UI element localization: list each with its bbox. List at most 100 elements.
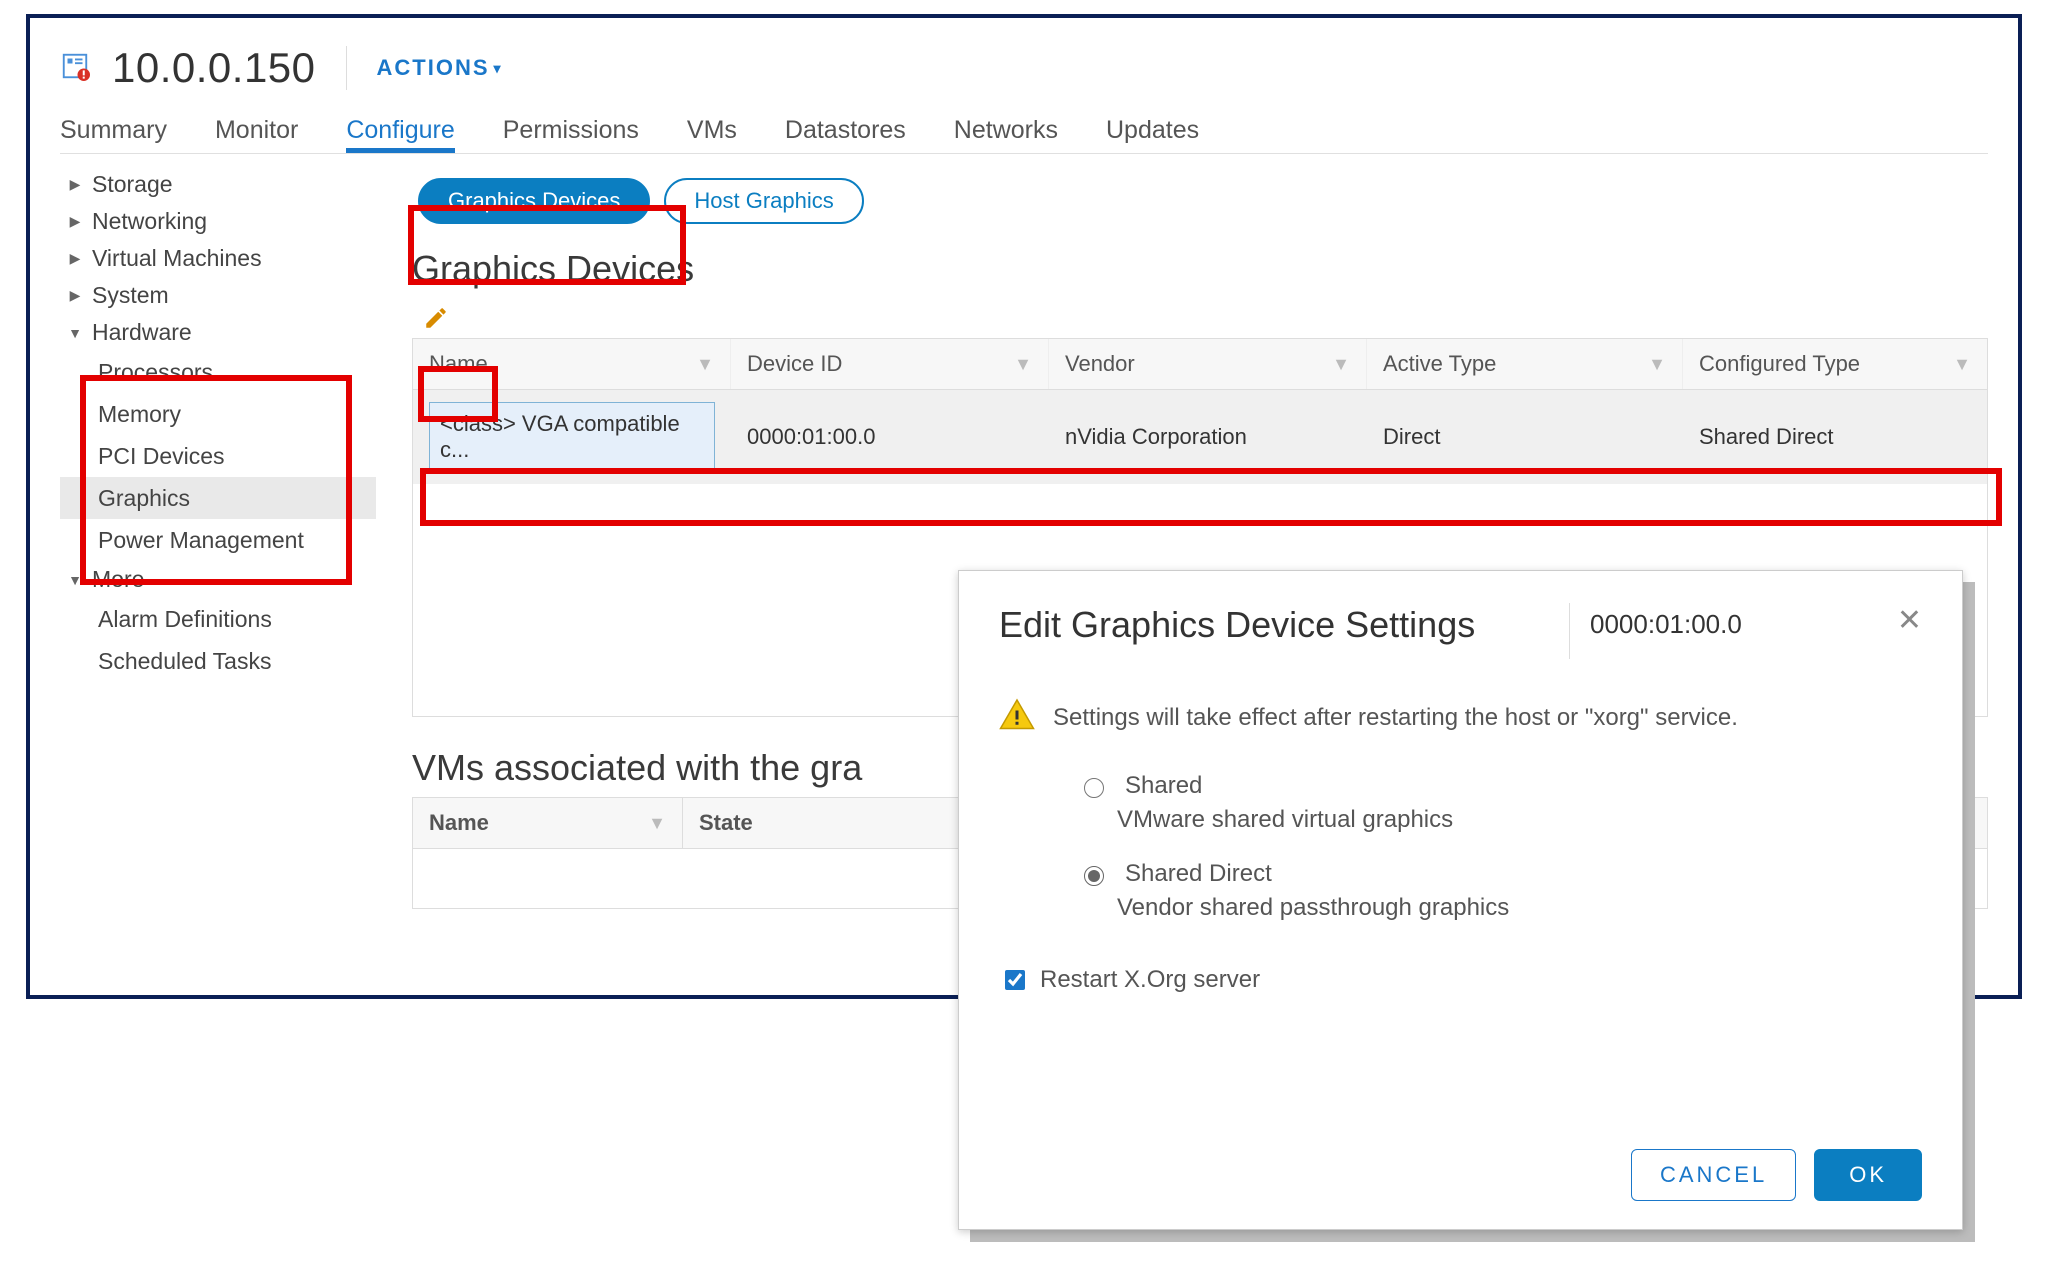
option-desc: Vendor shared passthrough graphics xyxy=(1079,888,1922,922)
divider xyxy=(346,46,347,90)
sidebar-label: Virtual Machines xyxy=(92,245,262,272)
header-label: State xyxy=(699,810,753,836)
tab-graphics-devices[interactable]: Graphics Devices xyxy=(418,178,650,224)
warning-icon xyxy=(999,697,1035,738)
grid-header: Name ▼ Device ID ▼ Vendor ▼ Active Type ▼ Co… xyxy=(413,339,1987,390)
warning-row: Settings will take effect after restarti… xyxy=(999,659,1922,766)
tab-configure[interactable]: Configure xyxy=(346,116,454,153)
tab-permissions[interactable]: Permissions xyxy=(503,116,639,153)
cell-device-id: 0000:01:00.0 xyxy=(731,390,1049,484)
chevron-down-icon: ▾ xyxy=(494,60,503,77)
sidebar-item-power-management[interactable]: Power Management xyxy=(60,519,376,561)
col-header-name[interactable]: Name ▼ xyxy=(413,339,731,389)
header-label: Vendor xyxy=(1065,351,1135,377)
sidebar-item-memory[interactable]: Memory xyxy=(60,393,376,435)
sidebar-item-networking[interactable]: ▶ Networking xyxy=(60,203,376,240)
tab-networks[interactable]: Networks xyxy=(954,116,1058,153)
ok-button[interactable]: OK xyxy=(1814,1149,1922,1201)
radio-shared[interactable] xyxy=(1084,778,1104,798)
cell-value: <class> VGA compatible c... xyxy=(429,402,715,472)
header-label: Active Type xyxy=(1383,351,1496,377)
col-header-configured-type[interactable]: Configured Type ▼ xyxy=(1683,339,1987,389)
warning-text: Settings will take effect after restarti… xyxy=(1053,704,1738,732)
edit-graphics-device-dialog: Edit Graphics Device Settings 0000:01:00… xyxy=(958,570,1963,1230)
edit-button[interactable] xyxy=(420,302,452,334)
checkbox-label: Restart X.Org server xyxy=(1040,966,1260,994)
cell-active-type: Direct xyxy=(1367,390,1683,484)
col-header-name[interactable]: Name ▼ xyxy=(413,798,683,848)
sidebar-item-hardware[interactable]: ▼ Hardware xyxy=(60,314,376,351)
checkbox-restart-xorg[interactable] xyxy=(1005,970,1025,990)
actions-label: ACTIONS xyxy=(377,55,490,81)
col-header-active-type[interactable]: Active Type ▼ xyxy=(1367,339,1683,389)
sidebar-item-virtual-machines[interactable]: ▶ Virtual Machines xyxy=(60,240,376,277)
option-title: Shared xyxy=(1125,772,1202,800)
col-header-device-id[interactable]: Device ID ▼ xyxy=(731,339,1049,389)
dialog-header: Edit Graphics Device Settings 0000:01:00… xyxy=(999,603,1922,659)
close-icon: ✕ xyxy=(1897,604,1922,637)
sidebar-item-graphics[interactable]: Graphics xyxy=(60,477,376,519)
sidebar-item-pci-devices[interactable]: PCI Devices xyxy=(60,435,376,477)
header-label: Configured Type xyxy=(1699,351,1860,377)
arrow-right-icon: ▶ xyxy=(66,213,84,230)
option-shared-direct[interactable]: Shared Direct Vendor shared passthrough … xyxy=(999,854,1922,942)
host-title: 10.0.0.150 xyxy=(112,44,316,92)
sub-tabs: Graphics Devices Host Graphics xyxy=(412,172,1988,230)
host-icon xyxy=(60,51,90,86)
radio-shared-direct[interactable] xyxy=(1084,866,1104,886)
header-label: Name xyxy=(429,810,489,836)
dialog-title: Edit Graphics Device Settings xyxy=(999,603,1569,646)
filter-icon[interactable]: ▼ xyxy=(1648,354,1666,375)
sidebar-item-alarm-definitions[interactable]: Alarm Definitions xyxy=(60,598,376,640)
tab-host-graphics[interactable]: Host Graphics xyxy=(664,178,863,224)
col-header-vendor[interactable]: Vendor ▼ xyxy=(1049,339,1367,389)
filter-icon[interactable]: ▼ xyxy=(1014,354,1032,375)
sidebar-item-scheduled-tasks[interactable]: Scheduled Tasks xyxy=(60,640,376,682)
sidebar-item-storage[interactable]: ▶ Storage xyxy=(60,166,376,203)
sidebar-label: Networking xyxy=(92,208,207,235)
option-title: Shared Direct xyxy=(1125,860,1272,888)
filter-icon[interactable]: ▼ xyxy=(1953,354,1971,375)
tab-monitor[interactable]: Monitor xyxy=(215,116,298,153)
pencil-icon xyxy=(423,305,449,331)
sidebar-item-processors[interactable]: Processors xyxy=(60,351,376,393)
arrow-right-icon: ▶ xyxy=(66,250,84,267)
cell-name: <class> VGA compatible c... xyxy=(413,390,731,484)
filter-icon[interactable]: ▼ xyxy=(1332,354,1350,375)
sidebar-item-system[interactable]: ▶ System xyxy=(60,277,376,314)
tab-updates[interactable]: Updates xyxy=(1106,116,1199,153)
divider xyxy=(1569,603,1570,659)
section-title: Graphics Devices xyxy=(412,230,1988,298)
sidebar-item-more[interactable]: ▼ More xyxy=(60,561,376,598)
table-row[interactable]: <class> VGA compatible c... 0000:01:00.0… xyxy=(413,390,1987,484)
sidebar-label: More xyxy=(92,566,144,593)
tab-datastores[interactable]: Datastores xyxy=(785,116,906,153)
close-button[interactable]: ✕ xyxy=(1886,603,1922,638)
filter-icon[interactable]: ▼ xyxy=(696,354,714,375)
option-shared[interactable]: Shared VMware shared virtual graphics xyxy=(999,766,1922,854)
cancel-button[interactable]: CANCEL xyxy=(1631,1149,1796,1201)
dialog-device-id: 0000:01:00.0 xyxy=(1590,603,1886,640)
arrow-down-icon: ▼ xyxy=(66,572,84,588)
tab-vms[interactable]: VMs xyxy=(687,116,737,153)
arrow-right-icon: ▶ xyxy=(66,176,84,193)
sidebar-label: Hardware xyxy=(92,319,192,346)
main-tabs: Summary Monitor Configure Permissions VM… xyxy=(60,92,1988,154)
arrow-right-icon: ▶ xyxy=(66,287,84,304)
arrow-down-icon: ▼ xyxy=(66,325,84,341)
sidebar-label: Storage xyxy=(92,171,173,198)
sidebar-label: System xyxy=(92,282,169,309)
grid-toolbar xyxy=(412,298,1988,338)
option-desc: VMware shared virtual graphics xyxy=(1079,800,1922,834)
actions-menu[interactable]: ACTIONS ▾ xyxy=(377,55,503,81)
filter-icon[interactable]: ▼ xyxy=(648,813,666,834)
cell-configured-type: Shared Direct xyxy=(1683,390,1987,484)
configure-sidebar: ▶ Storage ▶ Networking ▶ Virtual Machines ▶… xyxy=(60,154,376,909)
header-label: Device ID xyxy=(747,351,842,377)
cell-vendor: nVidia Corporation xyxy=(1049,390,1367,484)
dialog-buttons: CANCEL OK xyxy=(1631,1149,1922,1201)
page-header: 10.0.0.150 ACTIONS ▾ xyxy=(60,44,1988,92)
restart-xorg-row[interactable]: Restart X.Org server xyxy=(999,942,1922,994)
header-label: Name xyxy=(429,351,488,377)
tab-summary[interactable]: Summary xyxy=(60,116,167,153)
